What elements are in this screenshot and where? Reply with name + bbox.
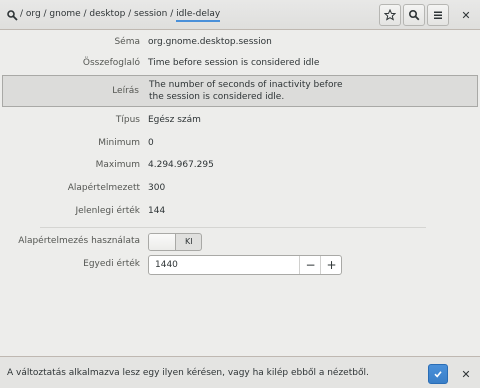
close-icon: ✕: [461, 8, 471, 22]
row-schema: Séma org.gnome.desktop.session: [0, 31, 480, 54]
current-label: Jelenlegi érték: [75, 206, 140, 216]
row-description: Leírás The number of seconds of inactivi…: [2, 75, 478, 107]
summary-label: Összefoglaló: [82, 58, 140, 68]
search-button[interactable]: [403, 4, 425, 26]
close-icon: ✕: [461, 367, 471, 381]
minimum-value: 0: [148, 138, 154, 148]
maximum-label: Maximum: [95, 160, 140, 170]
bookmark-button[interactable]: [379, 4, 401, 26]
custom-value-spinbutton: − +: [148, 255, 342, 275]
increment-button[interactable]: +: [320, 256, 342, 274]
info-message: A változtatás alkalmazva lesz egy ilyen …: [7, 368, 369, 378]
minimum-label: Minimum: [98, 138, 140, 148]
description-label: Leírás: [112, 86, 139, 96]
separator: [40, 227, 426, 228]
maximum-value: 4.294.967.295: [148, 160, 214, 170]
header-bar: / org / gnome / desktop / session / idle…: [0, 0, 480, 30]
row-type: Típus Egész szám: [0, 109, 480, 132]
row-use-default: Alapértelmezés használata: [0, 230, 480, 253]
custom-value-label: Egyedi érték: [83, 259, 140, 269]
row-current: Jelenlegi érték 144: [0, 200, 480, 223]
row-summary: Összefoglaló Time before session is cons…: [0, 52, 480, 75]
type-label: Típus: [115, 115, 140, 125]
default-label: Alapértelmezett: [67, 183, 140, 193]
window-close-button[interactable]: ✕: [456, 4, 476, 26]
use-default-label: Alapértelmezés használata: [18, 236, 140, 246]
search-icon: [408, 9, 420, 21]
default-value: 300: [148, 183, 166, 193]
type-value: Egész szám: [148, 115, 201, 125]
summary-value: Time before session is considered idle: [148, 58, 320, 68]
row-default: Alapértelmezett 300: [0, 177, 480, 200]
breadcrumb: / org / gnome / desktop / session / idle…: [20, 9, 221, 22]
row-minimum: Minimum 0: [0, 132, 480, 155]
menu-button[interactable]: [427, 4, 449, 26]
current-value: 144: [148, 206, 166, 216]
checkmark-icon: [434, 371, 442, 378]
custom-value-input[interactable]: [149, 256, 299, 274]
menu-icon: [434, 11, 442, 19]
schema-value: org.gnome.desktop.session: [148, 37, 272, 47]
use-default-switch[interactable]: KI: [148, 233, 202, 251]
apply-button[interactable]: [428, 364, 448, 384]
breadcrumb-current: idle-delay: [176, 9, 221, 22]
search-key-icon: [7, 10, 18, 21]
info-bar: A változtatás alkalmazva lesz egy ilyen …: [0, 356, 480, 388]
schema-label: Séma: [114, 37, 140, 47]
key-details: Séma org.gnome.desktop.session Összefogl…: [0, 31, 480, 354]
info-close-button[interactable]: ✕: [456, 364, 476, 384]
star-icon: [384, 9, 396, 21]
switch-state: KI: [185, 237, 193, 246]
decrement-button[interactable]: −: [299, 256, 321, 274]
switch-knob[interactable]: [149, 234, 176, 250]
plus-icon: +: [326, 258, 337, 272]
minus-icon: −: [305, 258, 316, 272]
breadcrumb-path: / org / gnome / desktop / session /: [20, 9, 177, 19]
row-maximum: Maximum 4.294.967.295: [0, 154, 480, 177]
description-value: The number of seconds of inactivity befo…: [149, 80, 343, 102]
